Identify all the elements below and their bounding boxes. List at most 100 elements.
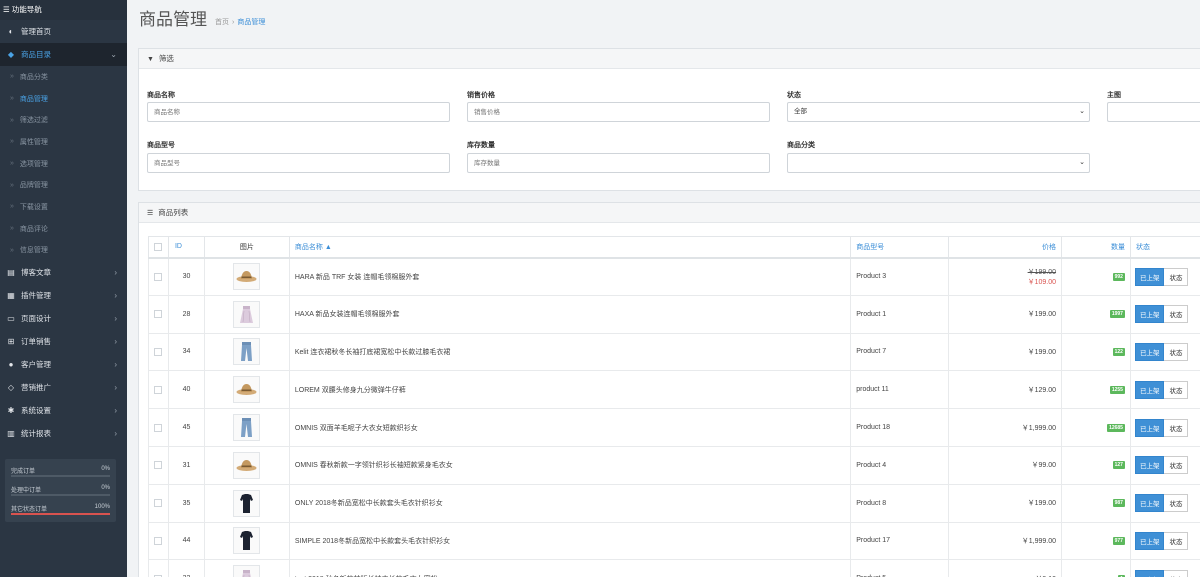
row-checkbox[interactable] — [154, 499, 163, 508]
sidebar-item-dashboard[interactable]: ◐ 管理首页 — [0, 20, 127, 43]
main-image-select[interactable] — [1107, 102, 1200, 122]
order-stats-panel: 完成订单 0% 处理中订单 0% 其它状态订单 100% — [5, 459, 116, 522]
product-thumbnail[interactable] — [233, 565, 261, 577]
table-row[interactable]: 30 HARA 新品 TRF 女装 连帽毛领棉服外套 Product 3 ￥199.0… — [148, 257, 1200, 296]
sidebar-subitem[interactable]: » 属性管理 — [0, 131, 127, 153]
row-checkbox[interactable] — [154, 461, 163, 470]
table-row[interactable]: 44 SIMPLE 2018冬新品宽松中长款套头毛衣针织衫女 Product 17 ￥… — [148, 521, 1200, 561]
list-icon: ☰ — [147, 210, 154, 217]
sidebar-subitem[interactable]: » 品牌管理 — [0, 174, 127, 196]
on-shelf-button[interactable]: 已上架 — [1134, 418, 1165, 437]
breadcrumb-home[interactable]: 首页 — [215, 19, 229, 26]
status-toggle-button[interactable]: 状态 — [1164, 418, 1189, 437]
sidebar-item-chart[interactable]: ▥ 统计报表 › — [0, 422, 127, 445]
product-thumbnail[interactable] — [233, 414, 261, 442]
sidebar-subitem[interactable]: » 选项管理 — [0, 153, 127, 175]
row-image-cell — [203, 559, 290, 577]
status-select-value: 全部 — [794, 108, 807, 115]
sidebar-item-tag[interactable]: ◆ 商品目录 ⌄ — [0, 43, 127, 66]
row-id: 31 — [167, 445, 205, 485]
table-row[interactable]: 34 Kelit 连衣裙秋冬长袖打底裙宽松中长款过膝毛衣裙 Product 7 ￥19… — [148, 332, 1200, 372]
product-name-label: 商品名称 — [147, 92, 175, 99]
stock-qty-input[interactable] — [467, 153, 770, 173]
col-status[interactable]: 状态 — [1129, 236, 1200, 259]
sidebar-subitem[interactable]: » 商品管理 — [0, 88, 127, 110]
on-shelf-button[interactable]: 已上架 — [1134, 569, 1165, 577]
status-toggle-button[interactable]: 状态 — [1164, 531, 1189, 550]
table-row[interactable]: 32 test 2018 秋冬新款韩版长袖中长款毛衣女宽松Product 5￥9.… — [148, 559, 1200, 577]
table-row[interactable]: 35 ONLY 2018冬新品宽松中长款套头毛衣针织衫女 Product 8 ￥199… — [148, 483, 1200, 523]
row-checkbox[interactable] — [154, 310, 163, 319]
select-all-checkbox[interactable] — [154, 242, 163, 251]
table-row[interactable]: 31 OMNIS 春秋新款一字领针织衫长袖短款紧身毛衣女 Product 4 ￥99.… — [148, 445, 1200, 485]
chevron-right-icon: › — [114, 406, 117, 416]
sale-price-input[interactable] — [467, 102, 770, 122]
row-checkbox[interactable] — [154, 385, 163, 394]
product-thumbnail[interactable] — [233, 263, 261, 291]
row-select-cell — [148, 483, 169, 523]
product-thumbnail[interactable] — [233, 338, 261, 366]
row-checkbox[interactable] — [154, 272, 163, 281]
product-name-input[interactable] — [147, 102, 450, 122]
sidebar-item-share[interactable]: ◇ 营销推广 › — [0, 376, 127, 399]
on-shelf-button[interactable]: 已上架 — [1134, 342, 1165, 361]
row-select-cell — [148, 445, 169, 485]
row-checkbox[interactable] — [154, 536, 163, 545]
sidebar-item-monitor[interactable]: ▭ 页面设计 › — [0, 307, 127, 330]
on-shelf-button[interactable]: 已上架 — [1134, 456, 1165, 475]
row-qty-cell: 992 — [1061, 257, 1131, 296]
status-toggle-button[interactable]: 状态 — [1164, 456, 1189, 475]
status-toggle-button[interactable]: 状态 — [1164, 342, 1189, 361]
status-toggle-button[interactable]: 状态 — [1164, 267, 1189, 286]
row-price: ￥99.00 — [1031, 462, 1057, 470]
status-toggle-button[interactable]: 状态 — [1164, 494, 1189, 513]
sidebar-subitem[interactable]: » 下载设置 — [0, 196, 127, 218]
sidebar-item-user[interactable]: ● 客户管理 › — [0, 353, 127, 376]
product-thumbnail[interactable] — [233, 527, 261, 555]
sidebar-subitem[interactable]: » 商品评论 — [0, 218, 127, 240]
sidebar-item-plugin[interactable]: ▦ 插件管理 › — [0, 284, 127, 307]
col-qty[interactable]: 数量 — [1061, 236, 1131, 259]
status-toggle-button[interactable]: 状态 — [1164, 569, 1189, 577]
status-toggle-button[interactable]: 状态 — [1164, 380, 1189, 399]
row-image-cell — [203, 408, 290, 447]
sidebar-item-cart[interactable]: ⊞ 订单销售 › — [0, 330, 127, 353]
col-price[interactable]: 价格 — [948, 236, 1063, 259]
row-image-cell — [203, 445, 290, 485]
row-status-cell: 已上架状态 — [1129, 332, 1200, 372]
on-shelf-button[interactable]: 已上架 — [1134, 531, 1165, 550]
status-toggle-button[interactable]: 状态 — [1164, 305, 1189, 324]
table-row[interactable]: 40 LOREM 双腰头修身九分微弹牛仔裤 product 11 ￥129.00 125… — [148, 370, 1200, 410]
row-checkbox[interactable] — [154, 347, 163, 356]
product-thumbnail[interactable] — [233, 489, 261, 517]
col-name[interactable]: 商品名称 ▲ — [288, 236, 852, 259]
on-shelf-button[interactable]: 已上架 — [1134, 494, 1165, 513]
category-select[interactable]: ⌄ — [787, 153, 1090, 173]
sidebar-subitem[interactable]: » 筛选过滤 — [0, 109, 127, 131]
product-thumbnail[interactable] — [233, 451, 261, 479]
table-row[interactable]: 45 OMNIS 双面羊毛呢子大衣女短款织衫女 Product 18 ￥1,999.0… — [148, 408, 1200, 447]
share-icon: ◇ — [7, 383, 15, 393]
status-select[interactable]: 全部 ⌄ — [787, 102, 1090, 122]
col-model[interactable]: 商品型号 — [850, 236, 950, 259]
row-model: Product 7 — [850, 332, 950, 372]
on-shelf-button[interactable]: 已上架 — [1134, 380, 1165, 399]
product-model-input[interactable] — [147, 153, 450, 173]
col-id[interactable]: ID — [167, 236, 205, 259]
col-name-label: 商品名称 — [294, 243, 323, 251]
on-shelf-button[interactable]: 已上架 — [1134, 267, 1165, 286]
sidebar-item-gear[interactable]: ✱ 系统设置 › — [0, 399, 127, 422]
row-qty-cell: 1 — [1061, 559, 1131, 577]
table-row[interactable]: 28 HAXA 新品女装连帽毛领棉服外套 Product 1 ￥199.00 1997 已… — [148, 294, 1200, 334]
product-thumbnail[interactable] — [233, 376, 261, 404]
sidebar-subitem[interactable]: » 商品分类 — [0, 66, 127, 88]
sidebar-item-blog[interactable]: ▤ 博客文章 › — [0, 261, 127, 284]
on-shelf-button[interactable]: 已上架 — [1134, 305, 1165, 324]
row-qty-cell: 977 — [1061, 521, 1131, 561]
qty-badge: 992 — [1112, 272, 1125, 281]
row-select-cell — [148, 257, 169, 296]
row-checkbox[interactable] — [154, 423, 163, 432]
product-thumbnail[interactable] — [233, 300, 261, 328]
blog-icon: ▤ — [7, 268, 15, 278]
sidebar-subitem[interactable]: » 信息管理 — [0, 240, 127, 262]
